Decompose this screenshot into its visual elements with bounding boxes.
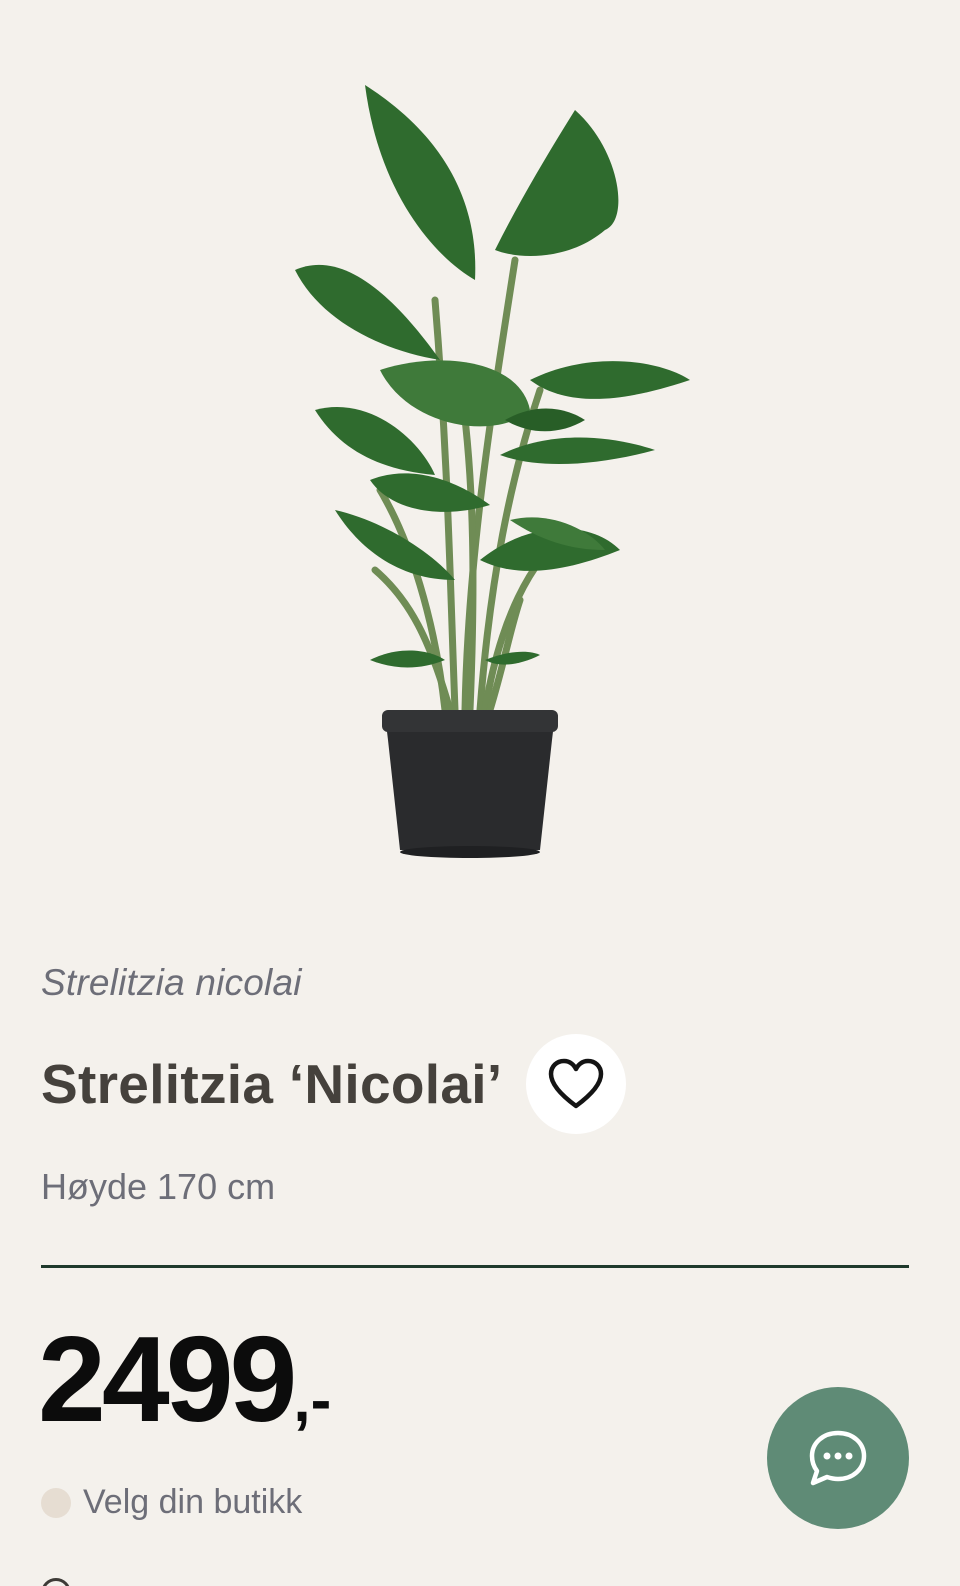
latin-name: Strelitzia nicolai <box>41 962 302 1003</box>
store-status-dot <box>41 1487 71 1518</box>
product-height: Høyde 170 cm <box>41 1166 276 1207</box>
price-suffix: ,- <box>293 1366 332 1435</box>
next-item-icon <box>41 1578 71 1586</box>
title-row: Strelitzia ‘Nicolai’ <box>41 1034 627 1134</box>
chat-bubble-icon <box>809 1430 867 1486</box>
product-title: Strelitzia ‘Nicolai’ <box>41 1053 503 1115</box>
favorite-button[interactable] <box>526 1034 627 1134</box>
plant-illustration <box>295 85 690 858</box>
chat-button[interactable] <box>767 1387 909 1529</box>
price-amount: 2499 <box>38 1311 297 1447</box>
select-store-link[interactable]: Velg din butikk <box>41 1483 302 1522</box>
product-image[interactable] <box>270 60 710 880</box>
divider <box>41 1265 909 1268</box>
heart-icon <box>549 1058 604 1109</box>
product-page: Strelitzia nicolai Strelitzia ‘Nicolai’ … <box>0 0 960 1586</box>
price: 2499,- <box>38 1318 331 1440</box>
store-label: Velg din butikk <box>83 1483 303 1521</box>
